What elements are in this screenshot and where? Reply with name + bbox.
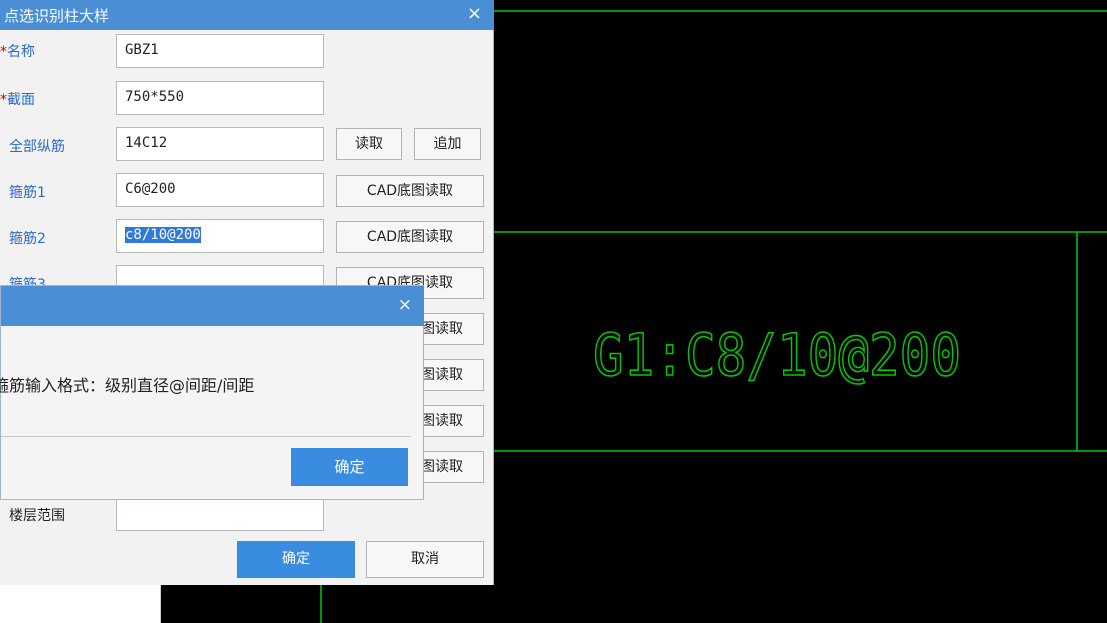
- ok-button[interactable]: 确定: [237, 541, 355, 578]
- stirrup1-label: 箍筋1: [9, 185, 46, 201]
- required-mark: *: [0, 44, 7, 60]
- stirrup2-input[interactable]: c8/10@200: [116, 219, 324, 253]
- close-icon[interactable]: ×: [467, 3, 482, 24]
- stirrup1-input[interactable]: C6@200: [116, 173, 324, 207]
- long-rebar-input[interactable]: 14C12: [116, 127, 324, 161]
- dialog-titlebar[interactable]: 点选识别柱大样 ×: [0, 0, 494, 30]
- left-panel: [0, 585, 161, 623]
- stirrup2-label: 箍筋2: [9, 231, 46, 247]
- stirrup1-cad-read-button[interactable]: CAD底图读取: [336, 175, 484, 207]
- dialog-title: 点选识别柱大样: [4, 7, 110, 25]
- append-button[interactable]: 追加: [414, 128, 481, 160]
- popup-ok-button[interactable]: 确定: [291, 448, 408, 486]
- cad-annotation-text[interactable]: G1:C8/10@200: [592, 320, 962, 390]
- read-button[interactable]: 读取: [336, 128, 402, 160]
- name-input[interactable]: GBZ1: [116, 34, 324, 68]
- cancel-button[interactable]: 取消: [366, 541, 484, 578]
- required-mark: *: [0, 92, 7, 108]
- selected-text: c8/10@200: [125, 227, 201, 243]
- floor-range-label: 楼层范围: [9, 508, 65, 524]
- long-rebar-label: 全部纵筋: [9, 139, 65, 155]
- stirrup2-cad-read-button[interactable]: CAD底图读取: [336, 221, 484, 253]
- popup-divider: [1, 436, 411, 437]
- section-label: *截面: [0, 92, 35, 108]
- close-icon[interactable]: ×: [398, 295, 412, 315]
- section-input[interactable]: 750*550: [116, 81, 324, 115]
- popup-message: 箍筋输入格式：级别直径@间距/间距: [0, 376, 255, 395]
- format-hint-popup: × 箍筋输入格式：级别直径@间距/间距 确定: [0, 285, 424, 500]
- popup-titlebar[interactable]: ×: [1, 286, 424, 326]
- floor-range-input[interactable]: [116, 497, 324, 531]
- name-label: *名称: [0, 44, 35, 60]
